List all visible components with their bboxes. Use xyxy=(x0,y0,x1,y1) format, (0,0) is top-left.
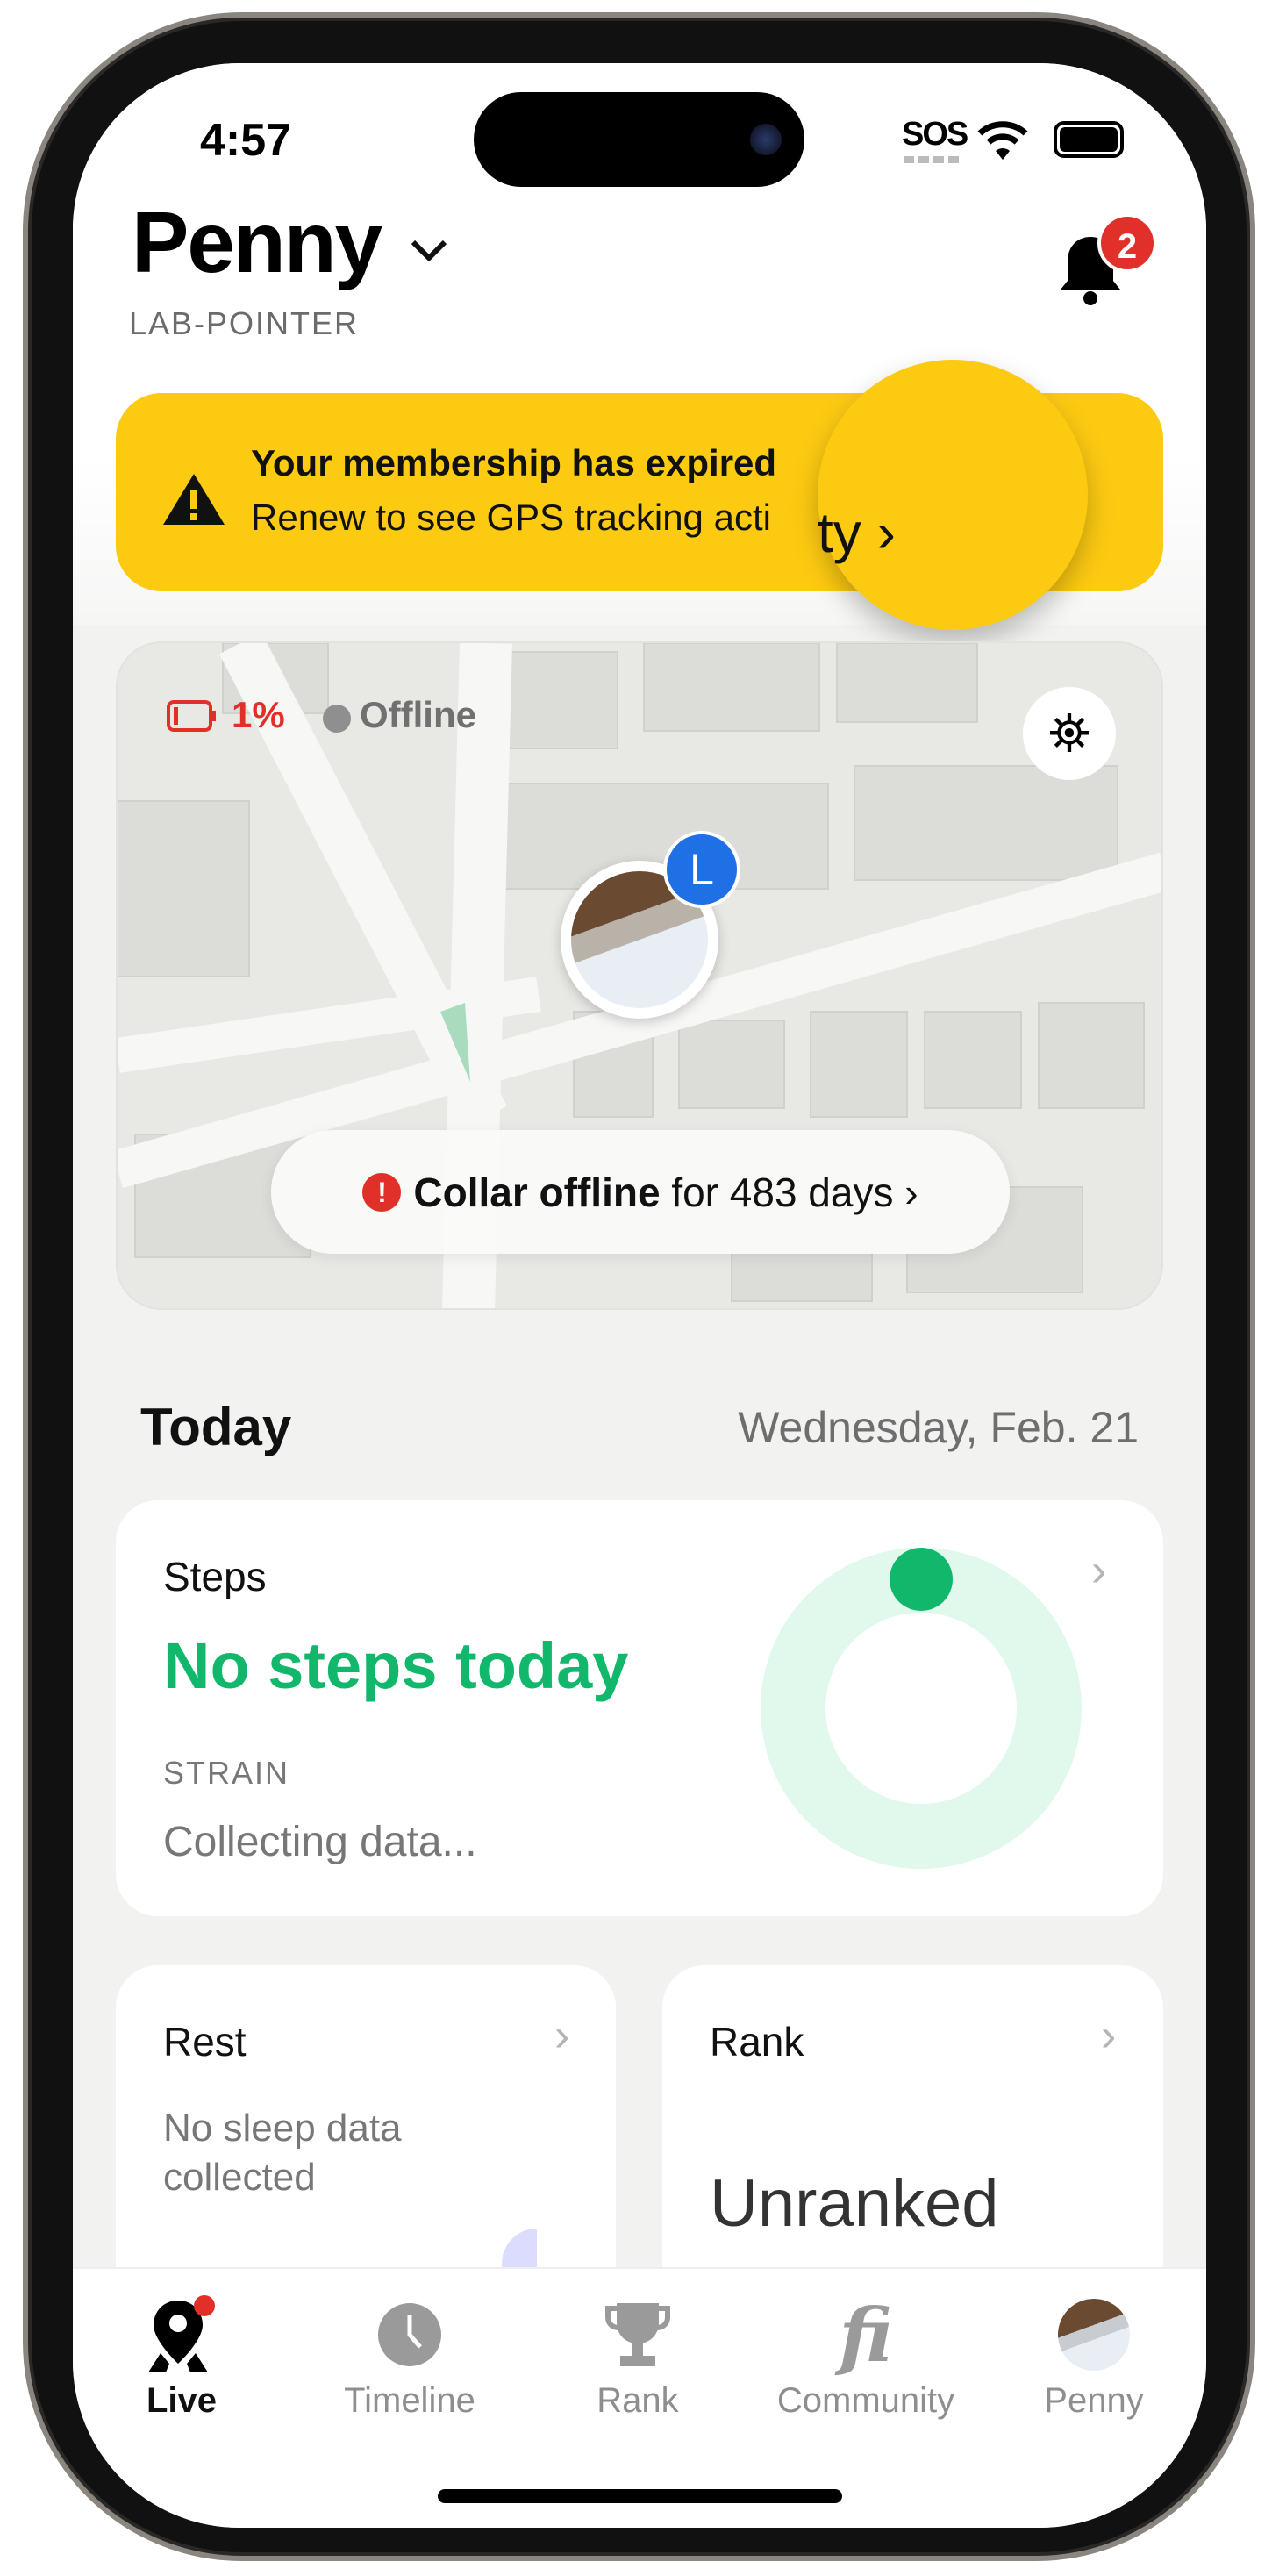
tab-label: Penny xyxy=(1044,2381,1144,2420)
screen: 4:57 SOS Penny LAB-POINTER 2 Your member… xyxy=(73,63,1206,2528)
touch-highlight: ty › xyxy=(818,360,1088,630)
offline-dot-icon xyxy=(323,705,351,733)
tab-label: Live xyxy=(146,2381,218,2420)
today-heading: Today xyxy=(140,1398,292,1456)
recenter-icon: ⛯ xyxy=(1048,704,1090,762)
battery-icon xyxy=(1054,121,1124,158)
trophy-icon xyxy=(605,2303,670,2366)
wifi-icon xyxy=(977,121,1028,160)
chevron-right-icon: › xyxy=(554,2010,570,2061)
pet-breed: LAB-POINTER xyxy=(129,305,360,341)
map-pin-icon xyxy=(148,2295,215,2372)
tab-community[interactable]: fi Community xyxy=(756,2291,975,2421)
alert-icon: ! xyxy=(362,1172,402,1212)
map-card[interactable]: 1% Offline ⛯ L ! Collar offline for 483 … xyxy=(116,641,1163,1310)
tab-timeline[interactable]: Timeline xyxy=(300,2295,519,2421)
rest-value: No sleep data collected xyxy=(163,2107,402,2199)
strain-value: Collecting data... xyxy=(163,1819,477,1865)
pet-name-title[interactable]: Penny xyxy=(132,193,382,292)
banner-title: Your membership has expired xyxy=(251,442,777,483)
clock-icon xyxy=(378,2303,441,2366)
chevron-right-icon: › xyxy=(1091,1545,1107,1596)
chevron-down-icon[interactable] xyxy=(410,237,448,263)
banner-subtitle: Renew to see GPS tracking acti xyxy=(251,497,771,538)
connection-status: Offline xyxy=(360,694,476,735)
signal-dots xyxy=(904,156,960,163)
avatar xyxy=(1058,2299,1130,2371)
steps-value: No steps today xyxy=(163,1629,629,1702)
status-time: 4:57 xyxy=(200,115,292,166)
camera-icon xyxy=(750,124,782,155)
tab-label: Community xyxy=(776,2381,955,2420)
pet-initial-badge: L xyxy=(663,831,740,908)
rank-label: Rank xyxy=(710,2019,804,2064)
recenter-button[interactable]: ⛯ xyxy=(1023,687,1116,780)
steps-card[interactable]: Steps No steps today STRAIN Collecting d… xyxy=(116,1500,1163,1916)
collar-offline-button[interactable]: ! Collar offline for 483 days › xyxy=(271,1130,1010,1254)
rank-card[interactable]: Rank Unranked › xyxy=(662,1965,1163,2316)
tab-rank[interactable]: Rank xyxy=(528,2295,747,2421)
battery-low-icon xyxy=(167,700,216,732)
rest-card[interactable]: Rest No sleep data collected › xyxy=(116,1965,616,2316)
today-date: Wednesday, Feb. 21 xyxy=(738,1403,1139,1452)
steps-label: Steps xyxy=(163,1554,267,1599)
chevron-right-icon: › xyxy=(1101,2010,1117,2061)
steps-progress-dot xyxy=(890,1548,953,1611)
tab-profile[interactable]: Penny xyxy=(984,2295,1204,2421)
rank-value: Unranked xyxy=(710,2166,999,2241)
banner-subtitle-overlay: ty › xyxy=(818,501,896,564)
offline-duration: for 483 days › xyxy=(671,1169,918,1215)
notification-badge: 2 xyxy=(1097,213,1157,273)
tab-label: Rank xyxy=(597,2381,679,2420)
home-indicator[interactable] xyxy=(438,2489,842,2503)
warning-icon xyxy=(163,474,225,525)
fi-logo-icon: fi xyxy=(839,2291,893,2379)
strain-label: STRAIN xyxy=(163,1755,290,1791)
tab-live[interactable]: Live xyxy=(73,2295,291,2421)
sos-indicator: SOS xyxy=(902,116,968,153)
battery-level: 1% xyxy=(232,694,285,735)
tab-label: Timeline xyxy=(344,2381,475,2420)
dynamic-island xyxy=(474,92,804,187)
offline-title: Collar offline xyxy=(413,1169,661,1215)
steps-ring xyxy=(761,1548,1082,1869)
rest-label: Rest xyxy=(163,2019,247,2064)
